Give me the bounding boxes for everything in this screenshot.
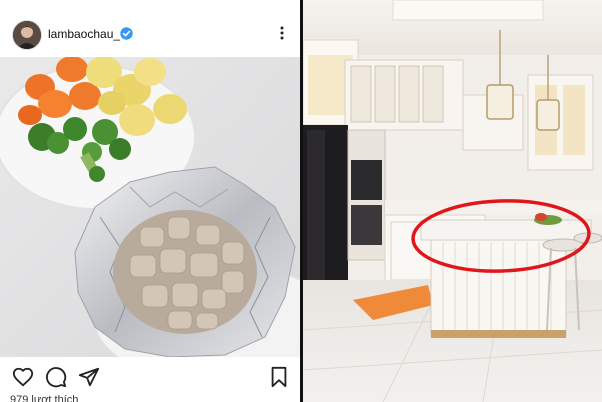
username-link[interactable]: lambaochau_ <box>48 27 120 41</box>
more-options-icon[interactable] <box>276 25 288 41</box>
send-icon[interactable] <box>78 366 100 388</box>
avatar[interactable] <box>12 20 42 50</box>
bookmark-icon[interactable] <box>268 366 290 388</box>
post-actions-bar <box>0 360 300 394</box>
comment-icon[interactable] <box>45 366 67 388</box>
collage-frame: lambaochau_ 979 lượt thích <box>0 0 602 402</box>
heart-icon[interactable] <box>12 366 34 388</box>
instagram-post: lambaochau_ 979 lượt thích <box>0 0 300 402</box>
post-photo-food <box>0 56 300 383</box>
likes-count[interactable]: 979 lượt thích <box>10 394 78 402</box>
verified-badge-icon <box>120 27 133 40</box>
kitchen-photo <box>303 0 602 402</box>
